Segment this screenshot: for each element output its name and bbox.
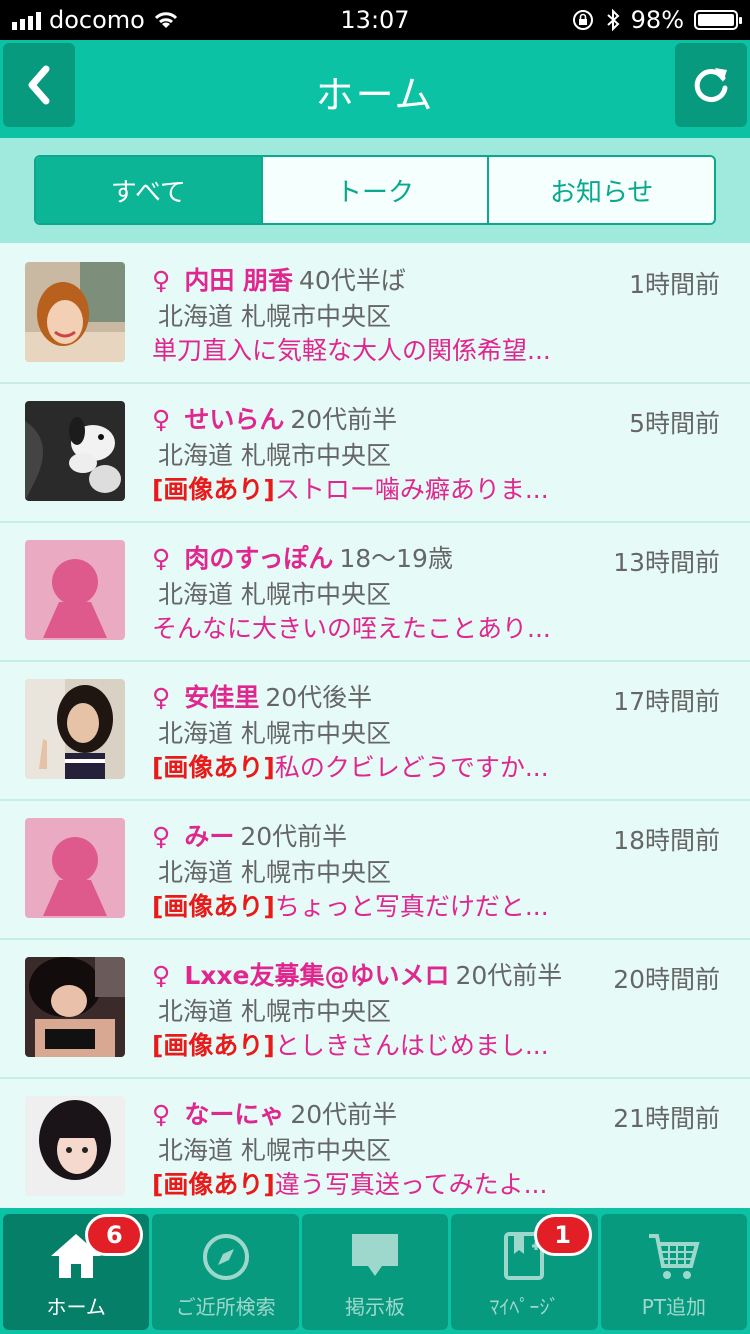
post-time: 20時間前 xyxy=(613,965,720,994)
status-bar: docomo 13:07 98% xyxy=(0,0,750,40)
location: 北海道 札幌市中央区 xyxy=(158,719,391,748)
location: 北海道 札幌市中央区 xyxy=(158,580,391,609)
tab-label: ご近所検索 xyxy=(175,1295,276,1319)
bluetooth-icon xyxy=(606,8,620,32)
tab-notifications[interactable]: お知らせ xyxy=(487,157,714,223)
tab-label: 掲示板 xyxy=(345,1295,406,1319)
avatar[interactable] xyxy=(25,401,125,501)
cart-icon xyxy=(648,1234,700,1279)
user-name: せいらん xyxy=(184,405,285,434)
age-range: 20代前半 xyxy=(455,961,563,990)
tab-message-board[interactable]: 掲示板 xyxy=(301,1214,449,1330)
avatar[interactable] xyxy=(25,262,125,362)
gender-female-icon: ♀ xyxy=(152,266,171,295)
location: 北海道 札幌市中央区 xyxy=(158,858,391,887)
location: 北海道 札幌市中央区 xyxy=(158,1136,391,1165)
tab-talk[interactable]: トーク xyxy=(260,157,488,223)
avatar[interactable] xyxy=(25,957,125,1057)
segmented-tabs-bar: すべて トーク お知らせ xyxy=(0,138,750,243)
location: 北海道 札幌市中央区 xyxy=(158,441,391,470)
gender-female-icon: ♀ xyxy=(152,544,171,573)
navigation-header: ホーム xyxy=(0,40,750,138)
gender-female-icon: ♀ xyxy=(152,822,171,851)
image-tag: [画像あり] xyxy=(152,1170,275,1199)
avatar[interactable] xyxy=(25,679,125,779)
tab-all[interactable]: すべて xyxy=(36,157,261,223)
age-range: 20代前半 xyxy=(290,405,398,434)
message-preview: そんなに大きいの咥えたことあり... xyxy=(152,614,551,643)
user-name: みー xyxy=(184,822,235,851)
message-preview: 単刀直入に気軽な大人の関係希望... xyxy=(152,336,551,365)
gender-female-icon: ♀ xyxy=(152,1100,171,1129)
message-board-icon xyxy=(352,1234,399,1276)
page-title: ホーム xyxy=(315,73,435,117)
refresh-icon xyxy=(694,68,728,103)
compass-icon xyxy=(202,1234,249,1280)
message-preview: としきさんはじめまし... xyxy=(274,1031,549,1060)
user-name: 内田 朋香 xyxy=(184,266,294,295)
post-list: ♀ 内田 朋香 40代半ば 1時間前 北海道 札幌市中央区 単刀直入に気軽な大人の関… xyxy=(0,245,750,1208)
age-range: 18〜19歳 xyxy=(339,544,453,573)
tab-label: ホーム xyxy=(46,1295,106,1319)
orientation-lock-icon xyxy=(572,10,593,30)
segmented-control: すべて トーク お知らせ xyxy=(34,155,716,225)
bottom-tab-bar: ホーム 6 ご近所検索 掲示板 ﾏｲﾍﾟｰｼﾞ 1 PT追加 xyxy=(0,1208,750,1334)
message-preview: 違う写真送ってみたよ... xyxy=(274,1170,548,1199)
image-tag: [画像あり] xyxy=(152,475,275,504)
tab-nearby-search[interactable]: ご近所検索 xyxy=(152,1214,299,1330)
notification-badge: 6 xyxy=(85,1214,144,1256)
gender-female-icon: ♀ xyxy=(152,961,171,990)
list-item[interactable]: ♀ 肉のすっぽん 18〜19歳 13時間前 北海道 札幌市中央区 そんなに大きいの咥… xyxy=(0,523,750,662)
message-preview: ストロー噛み癖ありま... xyxy=(274,475,549,504)
notification-badge: 1 xyxy=(533,1214,592,1256)
refresh-button[interactable] xyxy=(675,43,747,127)
post-time: 13時間前 xyxy=(613,548,720,577)
post-time: 5時間前 xyxy=(629,409,720,438)
age-range: 40代半ば xyxy=(299,266,406,295)
post-time: 21時間前 xyxy=(613,1104,720,1133)
user-name: 肉のすっぽん xyxy=(184,544,334,573)
message-preview: ちょっと写真だけだと... xyxy=(274,892,549,921)
tab-label: PT追加 xyxy=(641,1295,706,1319)
list-item[interactable]: ♀ みー 20代前半 18時間前 北海道 札幌市中央区 [画像あり]ちょっと写真だけ… xyxy=(0,801,750,940)
image-tag: [画像あり] xyxy=(152,1031,275,1060)
user-name: Lxxe友募集@ゆいメロ xyxy=(184,961,450,990)
list-item[interactable]: ♀ なーにゃ 20代前半 21時間前 北海道 札幌市中央区 [画像あり]違う写真送っ… xyxy=(0,1079,750,1208)
tab-pt-add[interactable]: PT追加 xyxy=(600,1214,748,1330)
image-tag: [画像あり] xyxy=(152,892,275,921)
list-item[interactable]: ♀ せいらん 20代前半 5時間前 北海道 札幌市中央区 [画像あり]ストロー噛み癖… xyxy=(0,384,750,523)
tab-my-page[interactable]: ﾏｲﾍﾟｰｼﾞ 1 xyxy=(451,1214,598,1330)
battery-icon xyxy=(694,10,742,30)
user-name: 安佳里 xyxy=(184,683,260,712)
post-time: 18時間前 xyxy=(613,826,720,855)
user-name: なーにゃ xyxy=(184,1100,285,1129)
tab-label: ﾏｲﾍﾟｰｼﾞ xyxy=(489,1295,560,1319)
location: 北海道 札幌市中央区 xyxy=(158,302,391,331)
age-range: 20代前半 xyxy=(290,1100,398,1129)
tab-home[interactable]: ホーム 6 xyxy=(3,1214,150,1330)
message-preview: 私のクビレどうですか... xyxy=(274,753,549,782)
age-range: 20代後半 xyxy=(265,683,373,712)
battery-percentage: 98% xyxy=(630,6,684,34)
list-item[interactable]: ♀ Lxxe友募集@ゆいメロ 20代前半 20時間前 北海道 札幌市中央区 [画像あ… xyxy=(0,940,750,1079)
post-time: 1時間前 xyxy=(629,270,720,299)
location: 北海道 札幌市中央区 xyxy=(158,997,391,1026)
gender-female-icon: ♀ xyxy=(152,683,171,712)
age-range: 20代前半 xyxy=(240,822,348,851)
gender-female-icon: ♀ xyxy=(152,405,171,434)
avatar[interactable] xyxy=(25,1096,125,1196)
default-avatar-icon[interactable] xyxy=(25,540,125,640)
post-time: 17時間前 xyxy=(613,687,720,716)
image-tag: [画像あり] xyxy=(152,753,275,782)
list-item[interactable]: ♀ 内田 朋香 40代半ば 1時間前 北海道 札幌市中央区 単刀直入に気軽な大人の関… xyxy=(0,245,750,384)
list-item[interactable]: ♀ 安佳里 20代後半 17時間前 北海道 札幌市中央区 [画像あり]私のクビレどう… xyxy=(0,662,750,801)
default-avatar-icon[interactable] xyxy=(25,818,125,918)
